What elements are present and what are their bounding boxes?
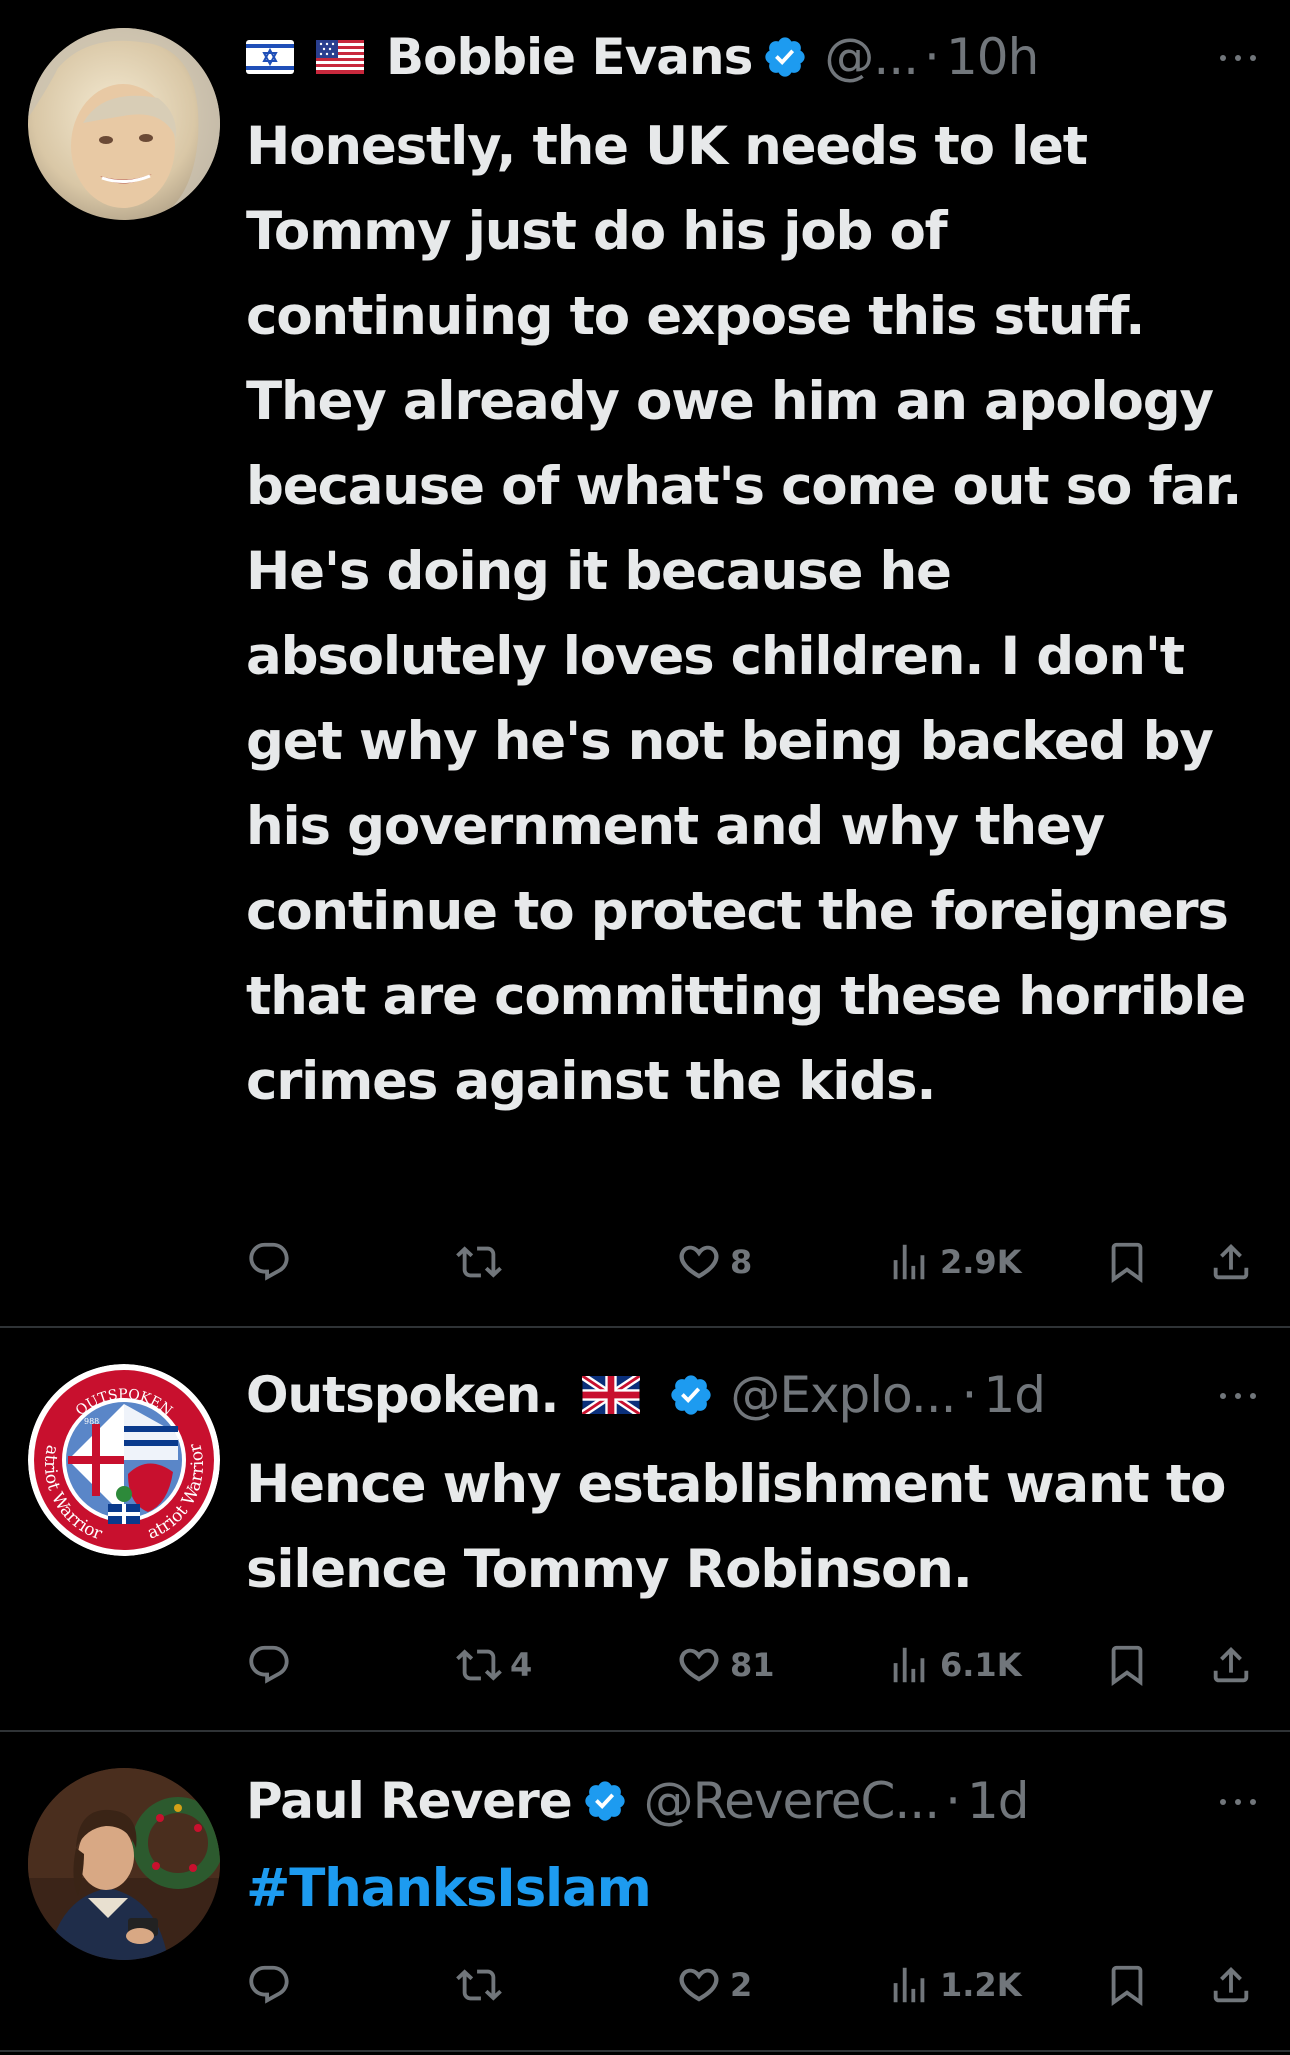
bookmark-icon (1111, 1242, 1143, 1283)
like-icon (679, 1968, 719, 2002)
views-button[interactable]: 6.1K (886, 1635, 1021, 1695)
verified-badge-icon (668, 1372, 714, 1418)
repost-icon (456, 1246, 502, 1278)
repost-icon (456, 1649, 502, 1681)
more-icon[interactable] (1216, 48, 1260, 68)
repost-icon (456, 1969, 502, 2001)
tweet-actions: 4 81 6.1K (246, 1635, 1266, 1695)
user-handle[interactable]: @... (824, 28, 919, 86)
us-flag-icon (316, 40, 364, 74)
bookmark-icon (1111, 1965, 1143, 2006)
avatar-bobbie-evans[interactable] (28, 28, 220, 220)
separator-dot: · (924, 28, 940, 86)
share-icon (1213, 1646, 1249, 1683)
like-icon (679, 1245, 719, 1279)
views-count: 6.1K (940, 1646, 1022, 1684)
share-icon (1213, 1966, 1249, 2003)
tweet-divider (0, 1730, 1290, 1732)
uk-flag-icon (582, 1376, 641, 1414)
tweet-text: Honestly, the UK needs to let Tommy just… (246, 116, 1246, 1112)
display-name[interactable]: Paul Revere (246, 1772, 573, 1830)
user-handle[interactable]: @Explo... (730, 1366, 956, 1424)
display-name[interactable]: Bobbie Evans (386, 28, 753, 86)
share-button[interactable] (1208, 1955, 1254, 2015)
user-handle[interactable]: @RevereC... (644, 1772, 940, 1830)
tweet-divider (0, 2050, 1290, 2052)
reply-button[interactable] (246, 1955, 300, 2015)
tweet-actions: 8 2.9K (246, 1232, 1266, 1292)
like-count: 81 (730, 1646, 775, 1684)
like-icon (679, 1648, 719, 1682)
views-icon (893, 1647, 925, 1683)
share-button[interactable] (1208, 1232, 1254, 1292)
verified-badge-icon (582, 1778, 628, 1824)
reply-button[interactable] (246, 1635, 300, 1695)
hashtag-link[interactable]: #ThanksIslam (246, 1846, 1266, 1931)
repost-button[interactable]: 4 (456, 1635, 532, 1695)
timestamp[interactable]: 10h (946, 28, 1039, 86)
tweet-actions: 2 1.2K (246, 1955, 1266, 2015)
repost-count: 4 (510, 1646, 533, 1684)
like-count: 2 (730, 1966, 753, 2004)
avatar-paul-revere[interactable] (28, 1768, 220, 1960)
like-button[interactable]: 8 (676, 1232, 752, 1292)
separator-dot: · (945, 1772, 961, 1830)
like-button[interactable]: 2 (676, 1955, 752, 2015)
views-icon (893, 1967, 925, 2003)
timestamp[interactable]: 1d (967, 1772, 1030, 1830)
timestamp[interactable]: 1d (983, 1366, 1046, 1424)
views-icon (893, 1244, 925, 1280)
display-name[interactable]: Outspoken. (246, 1366, 559, 1424)
reply-icon (249, 1242, 289, 1281)
bookmark-icon (1111, 1645, 1143, 1686)
bookmark-button[interactable] (1104, 1955, 1150, 2015)
avatar-badge-number: 988 (84, 1417, 99, 1426)
more-icon[interactable] (1216, 1386, 1260, 1406)
reply-icon (249, 1965, 289, 2004)
views-button[interactable]: 1.2K (886, 1955, 1021, 2015)
reply-icon (249, 1645, 289, 1684)
israel-flag-icon (246, 40, 294, 74)
tweet-header: Bobbie Evans @... · 10h (246, 22, 1260, 92)
avatar-outspoken[interactable]: OUTSPOKEN Patriot Warriors Patriot Warri… (28, 1364, 220, 1556)
more-icon[interactable] (1216, 1792, 1260, 1812)
separator-dot: · (961, 1366, 978, 1424)
tweet-text: Hence why establishment want to silence … (246, 1454, 1226, 1600)
bookmark-button[interactable] (1104, 1232, 1150, 1292)
like-count: 8 (730, 1243, 753, 1281)
views-count: 2.9K (940, 1243, 1022, 1281)
tweet-header: Outspoken. @Explo... · 1d (246, 1360, 1260, 1430)
verified-badge-icon (762, 34, 808, 80)
bookmark-button[interactable] (1104, 1635, 1150, 1695)
tweet-header: Paul Revere @RevereC... · 1d (246, 1766, 1260, 1836)
repost-button[interactable] (456, 1955, 510, 2015)
repost-button[interactable] (456, 1232, 510, 1292)
reply-button[interactable] (246, 1232, 300, 1292)
tweet-divider (0, 1326, 1290, 1328)
share-button[interactable] (1208, 1635, 1254, 1695)
views-button[interactable]: 2.9K (886, 1232, 1021, 1292)
share-icon (1213, 1243, 1249, 1280)
views-count: 1.2K (940, 1966, 1022, 2004)
like-button[interactable]: 81 (676, 1635, 775, 1695)
